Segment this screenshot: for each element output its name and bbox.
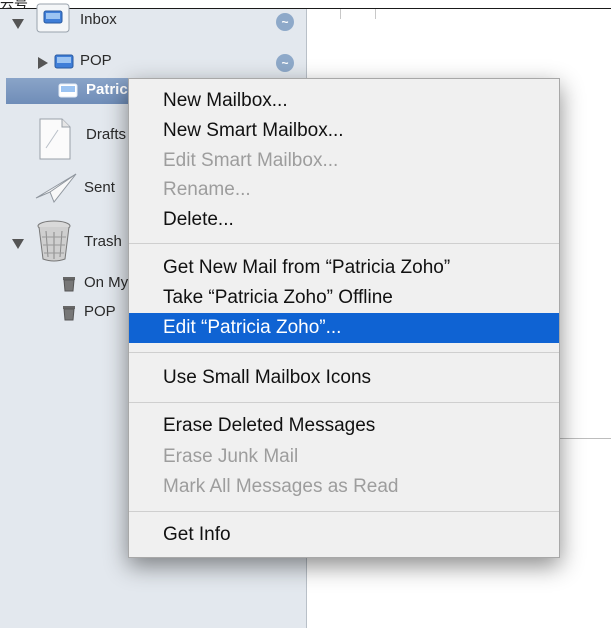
menu-item-label: Mark All Messages as Read — [163, 476, 399, 497]
activity-icon: ~ — [276, 13, 294, 31]
sidebar-item-label: POP — [84, 303, 116, 320]
mail-window: 云号 Inbox ~ POP ~ Patrici Drafts Sent Tra… — [0, 0, 611, 628]
menu-item-take-offline[interactable]: Take “Patricia Zoho” Offline — [129, 283, 559, 313]
sidebar-item-label: Inbox — [80, 11, 117, 28]
menu-item-label: Erase Deleted Messages — [163, 415, 376, 436]
menu-item-get-new-mail[interactable]: Get New Mail from “Patricia Zoho” — [129, 253, 559, 283]
menu-item-label: Erase Junk Mail — [163, 446, 299, 467]
sidebar-item-inbox[interactable]: Inbox ~ — [0, 3, 306, 37]
trash-small-icon — [62, 305, 76, 326]
context-menu: New Mailbox... New Smart Mailbox... Edit… — [128, 78, 560, 558]
menu-item-label: New Mailbox... — [163, 90, 288, 111]
menu-separator — [129, 511, 559, 512]
trash-can-icon — [34, 219, 74, 268]
sidebar-item-label: Patrici — [86, 81, 132, 98]
disclosure-open-icon[interactable] — [12, 239, 24, 249]
menu-item-label: Use Small Mailbox Icons — [163, 367, 372, 388]
menu-item-erase-deleted[interactable]: Erase Deleted Messages — [129, 411, 559, 441]
menu-item-erase-junk: Erase Junk Mail — [129, 442, 559, 472]
menu-item-new-mailbox[interactable]: New Mailbox... — [129, 86, 559, 116]
sidebar-item-label: Sent — [84, 179, 115, 196]
sidebar-item-pop-account[interactable]: POP ~ — [0, 50, 306, 76]
menu-item-label: Delete... — [163, 209, 234, 230]
drafts-icon — [38, 118, 72, 165]
menu-item-use-small-icons[interactable]: Use Small Mailbox Icons — [129, 363, 559, 393]
menu-item-get-info[interactable]: Get Info — [129, 520, 559, 550]
sidebar-item-label: Drafts — [86, 126, 127, 143]
menu-item-rename: Rename... — [129, 175, 559, 205]
sidebar-item-label: POP — [80, 52, 112, 69]
menu-item-label: Take “Patricia Zoho” Offline — [163, 287, 393, 308]
menu-item-label: Edit Smart Mailbox... — [163, 150, 339, 171]
menu-item-label: Edit “Patricia Zoho”... — [163, 317, 342, 338]
menu-item-label: Get Info — [163, 524, 231, 545]
trash-small-icon — [62, 276, 76, 297]
menu-separator — [129, 402, 559, 403]
sidebar-item-label: Trash — [84, 233, 122, 250]
disclosure-closed-icon[interactable] — [38, 57, 48, 69]
disclosure-open-icon[interactable] — [12, 19, 24, 29]
mailbox-account-icon — [54, 53, 74, 76]
menu-item-edit-account[interactable]: Edit “Patricia Zoho”... — [129, 313, 559, 343]
mailbox-account-icon — [58, 82, 78, 105]
column-header-divider[interactable] — [340, 9, 376, 19]
menu-item-label: Rename... — [163, 179, 251, 200]
menu-item-new-smart-mailbox[interactable]: New Smart Mailbox... — [129, 116, 559, 146]
menu-separator — [129, 243, 559, 244]
menu-item-edit-smart-mailbox: Edit Smart Mailbox... — [129, 146, 559, 176]
menu-item-mark-all-read: Mark All Messages as Read — [129, 472, 559, 502]
activity-icon: ~ — [276, 54, 294, 72]
menu-separator — [129, 352, 559, 353]
inbox-icon — [36, 3, 70, 38]
menu-item-label: Get New Mail from “Patricia Zoho” — [163, 257, 451, 278]
menu-item-label: New Smart Mailbox... — [163, 120, 344, 141]
menu-item-delete[interactable]: Delete... — [129, 205, 559, 235]
sent-paper-plane-icon — [34, 172, 78, 211]
